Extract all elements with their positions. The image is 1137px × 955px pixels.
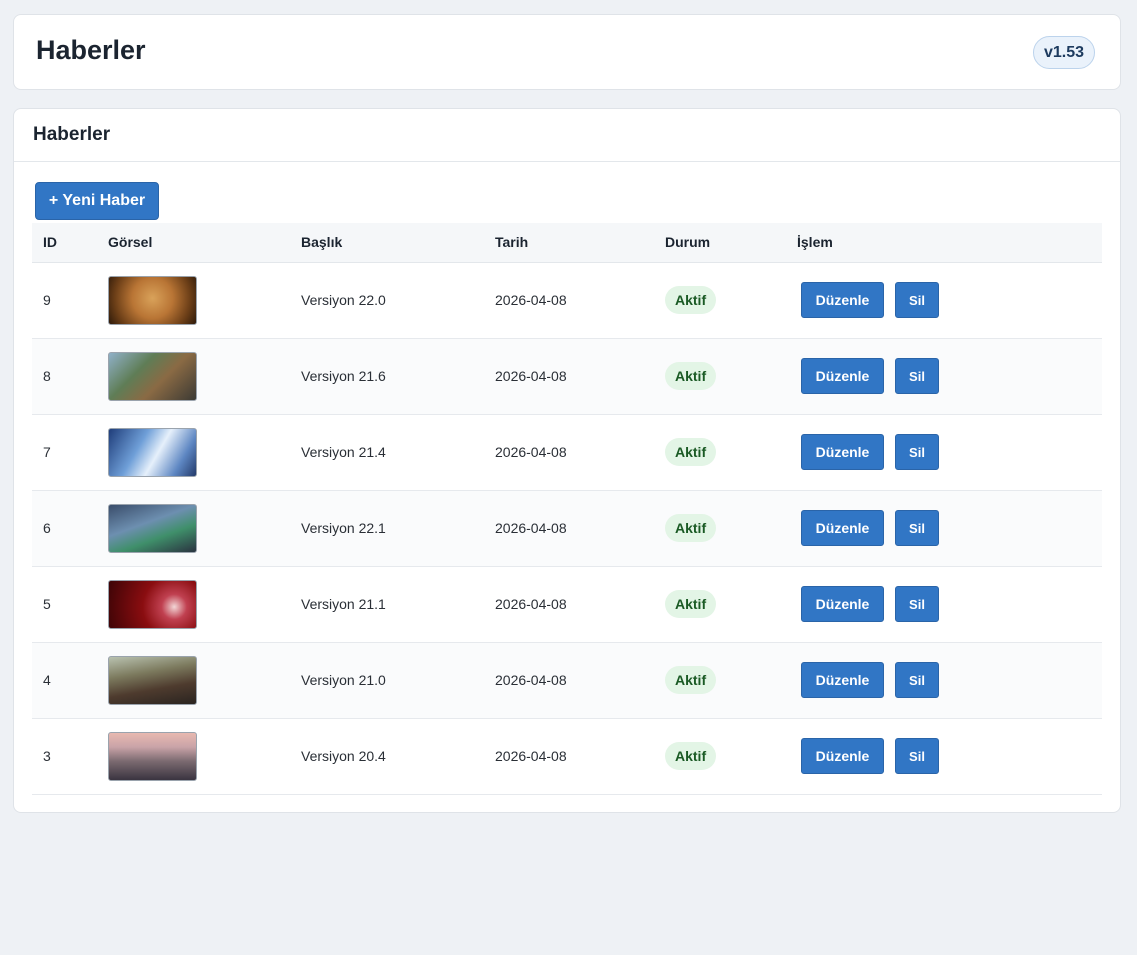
- delete-button[interactable]: Sil: [895, 662, 939, 698]
- status-badge: Aktif: [665, 666, 717, 694]
- status-badge: Aktif: [665, 742, 717, 770]
- table-row: 6 Versiyon 22.1 2026-04-08 Aktif Düzenle…: [32, 490, 1102, 566]
- edit-button[interactable]: Düzenle: [801, 662, 884, 698]
- delete-button[interactable]: Sil: [895, 586, 939, 622]
- page-title: Haberler: [36, 35, 146, 65]
- card-title: Haberler: [33, 124, 111, 145]
- card-header: Haberler: [14, 109, 1120, 162]
- column-header-id: ID: [32, 223, 98, 263]
- news-thumbnail: [108, 731, 197, 781]
- status-badge: Aktif: [665, 362, 717, 390]
- row-title: Versiyon 21.6: [301, 368, 386, 384]
- status-badge: Aktif: [665, 590, 717, 618]
- edit-button[interactable]: Düzenle: [801, 510, 884, 546]
- row-date: 2026-04-08: [495, 368, 567, 384]
- news-thumbnail: [108, 275, 197, 325]
- edit-button[interactable]: Düzenle: [801, 738, 884, 774]
- delete-button[interactable]: Sil: [895, 358, 939, 394]
- status-badge: Aktif: [665, 438, 717, 466]
- add-news-button[interactable]: + Yeni Haber: [35, 182, 159, 220]
- column-header-title: Başlık: [301, 223, 495, 263]
- edit-button[interactable]: Düzenle: [801, 434, 884, 470]
- delete-button[interactable]: Sil: [895, 738, 939, 774]
- row-id: 8: [43, 368, 51, 384]
- row-title: Versiyon 21.4: [301, 444, 386, 460]
- news-thumbnail: [108, 579, 197, 629]
- row-id: 9: [43, 292, 51, 308]
- news-card: Haberler + Yeni Haber ID Görsel Başlık T…: [13, 108, 1121, 813]
- row-title: Versiyon 22.0: [301, 292, 386, 308]
- table-header-row: ID Görsel Başlık Tarih Durum İşlem: [32, 223, 1102, 263]
- row-date: 2026-04-08: [495, 292, 567, 308]
- row-title: Versiyon 21.1: [301, 596, 386, 612]
- column-header-actions: İşlem: [797, 223, 1102, 263]
- edit-button[interactable]: Düzenle: [801, 586, 884, 622]
- news-thumbnail: [108, 503, 197, 553]
- row-title: Versiyon 20.4: [301, 748, 386, 764]
- status-badge: Aktif: [665, 514, 717, 542]
- row-date: 2026-04-08: [495, 672, 567, 688]
- table-row: 9 Versiyon 22.0 2026-04-08 Aktif Düzenle…: [32, 262, 1102, 338]
- row-date: 2026-04-08: [495, 596, 567, 612]
- column-header-date: Tarih: [495, 223, 665, 263]
- page-header: Haberler v1.53: [13, 14, 1121, 90]
- row-id: 7: [43, 444, 51, 460]
- table-row: 8 Versiyon 21.6 2026-04-08 Aktif Düzenle…: [32, 338, 1102, 414]
- row-date: 2026-04-08: [495, 444, 567, 460]
- delete-button[interactable]: Sil: [895, 434, 939, 470]
- edit-button[interactable]: Düzenle: [801, 282, 884, 318]
- table-row: 3 Versiyon 20.4 2026-04-08 Aktif Düzenle…: [32, 718, 1102, 794]
- news-thumbnail: [108, 655, 197, 705]
- row-id: 4: [43, 672, 51, 688]
- column-header-status: Durum: [665, 223, 797, 263]
- row-id: 6: [43, 520, 51, 536]
- column-header-image: Görsel: [98, 223, 301, 263]
- row-id: 3: [43, 748, 51, 764]
- row-date: 2026-04-08: [495, 748, 567, 764]
- status-badge: Aktif: [665, 286, 717, 314]
- row-date: 2026-04-08: [495, 520, 567, 536]
- row-title: Versiyon 21.0: [301, 672, 386, 688]
- table-row: 5 Versiyon 21.1 2026-04-08 Aktif Düzenle…: [32, 566, 1102, 642]
- news-thumbnail: [108, 427, 197, 477]
- delete-button[interactable]: Sil: [895, 510, 939, 546]
- edit-button[interactable]: Düzenle: [801, 358, 884, 394]
- news-table: ID Görsel Başlık Tarih Durum İşlem 9 Ver…: [32, 223, 1102, 795]
- news-thumbnail: [108, 351, 197, 401]
- version-badge: v1.53: [1032, 36, 1095, 69]
- row-id: 5: [43, 596, 51, 612]
- delete-button[interactable]: Sil: [895, 282, 939, 318]
- row-title: Versiyon 22.1: [301, 520, 386, 536]
- table-row: 4 Versiyon 21.0 2026-04-08 Aktif Düzenle…: [32, 642, 1102, 718]
- table-row: 7 Versiyon 21.4 2026-04-08 Aktif Düzenle…: [32, 414, 1102, 490]
